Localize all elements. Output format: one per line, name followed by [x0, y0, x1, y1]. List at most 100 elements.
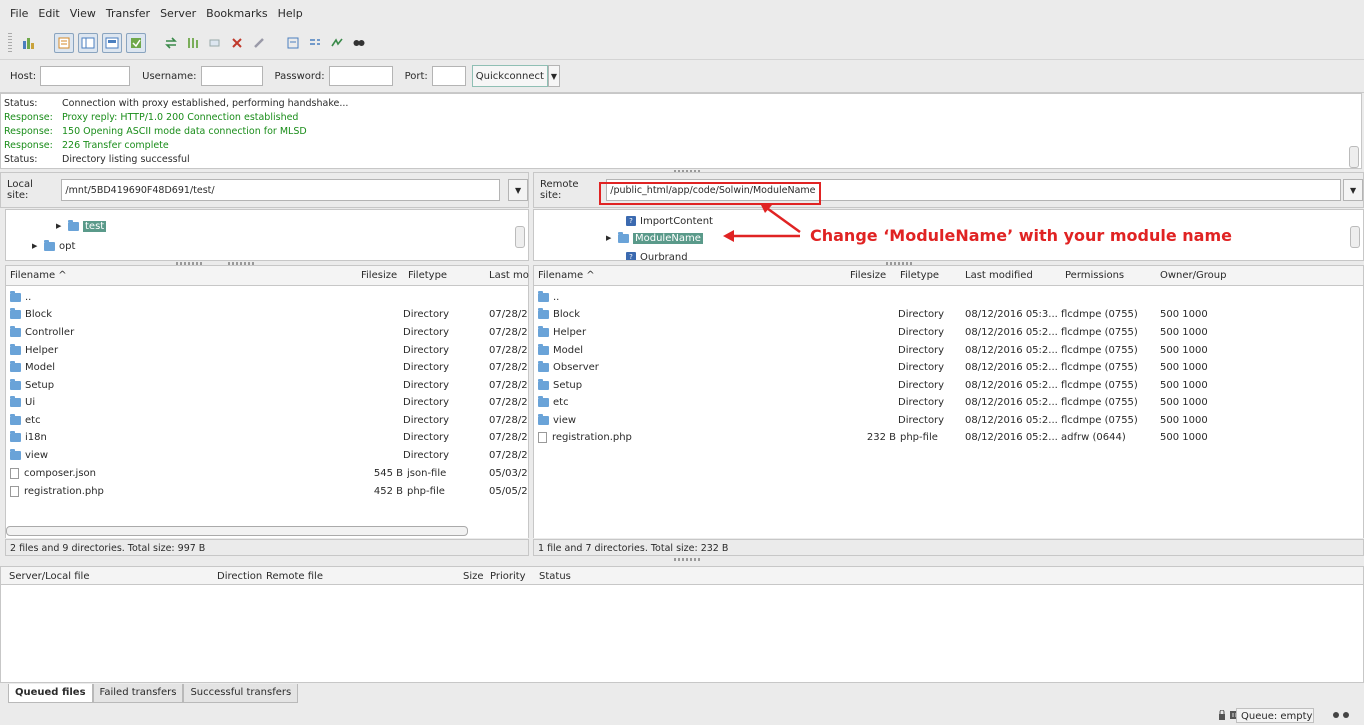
tree-item[interactable]: ? ImportContent — [626, 213, 713, 229]
file-row[interactable]: Model Directory 08/12/2016 05:2... flcdmpe … — [534, 342, 1363, 360]
column-size[interactable]: Size — [463, 567, 487, 586]
column-owner-group[interactable]: Owner/Group — [1160, 266, 1240, 285]
file-modified: 08/12/2016 05:2... — [965, 327, 1058, 338]
tree-scrollbar[interactable] — [515, 226, 525, 248]
tab-failed-transfers[interactable]: Failed transfers — [92, 684, 184, 703]
tree-scrollbar[interactable] — [1350, 226, 1360, 248]
menu-view[interactable]: View — [65, 7, 101, 20]
menu-transfer[interactable]: Transfer — [101, 7, 155, 20]
username-input[interactable] — [200, 66, 263, 86]
expand-arrow-icon[interactable]: ▶ — [606, 234, 618, 242]
file-row[interactable]: Helper Directory 07/28/2 — [6, 342, 528, 360]
quickconnect-button[interactable]: Quickconnect — [471, 65, 548, 87]
column-filetype[interactable]: Filetype — [408, 266, 468, 285]
local-horizontal-scrollbar[interactable] — [6, 526, 468, 536]
file-row[interactable]: Setup Directory 07/28/2 — [6, 377, 528, 395]
cancel-icon[interactable] — [206, 34, 224, 52]
file-name: Block — [553, 309, 581, 320]
filter-icon[interactable] — [284, 34, 302, 52]
menu-edit[interactable]: Edit — [33, 7, 64, 20]
menu-server[interactable]: Server — [155, 7, 201, 20]
log-line: Status: Connection with proxy established… — [1, 97, 1361, 111]
file-row[interactable]: Block Directory 07/28/2 — [6, 306, 528, 324]
tree-item[interactable]: ? Ourbrand — [626, 249, 688, 260]
column-permissions[interactable]: Permissions — [1065, 266, 1135, 285]
toggle-remote-tree-icon[interactable] — [102, 33, 122, 53]
file-row[interactable]: Helper Directory 08/12/2016 05:2... flcdmpe… — [534, 324, 1363, 342]
file-row[interactable]: i18n Directory 07/28/2 — [6, 429, 528, 447]
column-last-modified[interactable]: Last mo — [489, 266, 529, 285]
column-server-local-file[interactable]: Server/Local file — [9, 567, 159, 586]
file-row[interactable]: .. — [534, 289, 1363, 307]
file-row[interactable]: .. — [6, 289, 528, 307]
local-path-dropdown[interactable]: ▼ — [508, 179, 528, 201]
toggle-log-icon[interactable] — [54, 33, 74, 53]
file-row[interactable]: registration.php 452 B php-file 05/05/2 — [6, 483, 528, 501]
column-filetype[interactable]: Filetype — [900, 266, 960, 285]
file-row[interactable]: Observer Directory 08/12/2016 05:2... flcdm… — [534, 359, 1363, 377]
reconnect-icon[interactable] — [250, 34, 268, 52]
file-type: Directory — [403, 432, 450, 443]
file-modified: 08/12/2016 05:2... — [965, 432, 1058, 443]
column-direction[interactable]: Direction — [217, 567, 267, 586]
quickconnect-dropdown[interactable]: ▼ — [547, 65, 560, 87]
sync-browse-icon[interactable] — [328, 34, 346, 52]
file-type: Directory — [403, 415, 450, 426]
file-row[interactable]: Block Directory 08/12/2016 05:3... flcdmpe … — [534, 306, 1363, 324]
file-type: php-file — [407, 486, 445, 497]
splitter-handle[interactable] — [674, 558, 702, 561]
tab-successful-transfers[interactable]: Successful transfers — [183, 684, 299, 703]
column-status[interactable]: Status — [539, 567, 599, 586]
file-row[interactable]: Setup Directory 08/12/2016 05:2... flcdmpe … — [534, 377, 1363, 395]
file-size: 452 B — [373, 486, 403, 497]
tree-item[interactable]: ▶ test — [56, 218, 107, 234]
compare-icon[interactable] — [306, 34, 324, 52]
expand-arrow-icon[interactable]: ▶ — [56, 222, 68, 230]
log-scrollbar[interactable] — [1349, 146, 1359, 168]
site-manager-icon[interactable] — [20, 34, 38, 52]
toggle-local-tree-icon[interactable] — [78, 33, 98, 53]
file-type: Directory — [403, 362, 450, 373]
password-input[interactable] — [328, 66, 393, 86]
expand-arrow-icon[interactable]: ▶ — [32, 242, 44, 250]
tree-item[interactable]: ▶ opt — [32, 238, 75, 254]
file-modified: 07/28/2 — [489, 309, 528, 320]
disconnect-icon[interactable] — [228, 34, 246, 52]
menu-bookmarks[interactable]: Bookmarks — [201, 7, 272, 20]
remote-path-dropdown[interactable]: ▼ — [1343, 179, 1363, 201]
toggle-queue-icon[interactable] — [126, 33, 146, 53]
file-owner: 500 1000 — [1160, 415, 1208, 426]
tab-queued-files[interactable]: Queued files — [8, 684, 93, 703]
local-path-input[interactable]: /mnt/5BD419690F48D691/test/ — [61, 179, 501, 201]
file-row[interactable]: view Directory 08/12/2016 05:2... flcdmpe (… — [534, 412, 1363, 430]
refresh-icon[interactable] — [162, 34, 180, 52]
port-input[interactable] — [431, 66, 466, 86]
local-file-list: .. Block Directory 07/28/2 Controller Direc… — [5, 286, 529, 538]
toolbar-grip — [8, 33, 12, 53]
file-name: etc — [25, 415, 41, 426]
host-input[interactable] — [40, 66, 131, 86]
process-queue-icon[interactable] — [184, 34, 202, 52]
file-row[interactable]: registration.php 232 B php-file 08/12/2016 … — [534, 429, 1363, 447]
file-row[interactable]: etc Directory 08/12/2016 05:2... flcdmpe (0… — [534, 394, 1363, 412]
lock-icon — [1218, 709, 1226, 720]
file-row[interactable]: view Directory 07/28/2 — [6, 447, 528, 465]
file-row[interactable]: Model Directory 07/28/2 — [6, 359, 528, 377]
menu-file[interactable]: File — [5, 7, 33, 20]
column-filesize[interactable]: Filesize — [361, 266, 406, 285]
column-priority[interactable]: Priority — [490, 567, 530, 586]
menu-help[interactable]: Help — [273, 7, 308, 20]
column-filesize[interactable]: Filesize — [850, 266, 898, 285]
column-remote-file[interactable]: Remote file — [266, 567, 346, 586]
log-label: Status: — [4, 154, 38, 165]
column-filename[interactable]: Filename ^ — [10, 266, 130, 285]
file-row[interactable]: composer.json 545 B json-file 05/03/2 — [6, 465, 528, 483]
column-filename[interactable]: Filename ^ — [538, 266, 658, 285]
search-icon[interactable] — [350, 34, 368, 52]
tree-item[interactable]: ▶ ModuleName — [606, 230, 703, 246]
column-last-modified[interactable]: Last modified — [965, 266, 1045, 285]
file-row[interactable]: etc Directory 07/28/2 — [6, 412, 528, 430]
file-row[interactable]: Controller Directory 07/28/2 — [6, 324, 528, 342]
file-row[interactable]: Ui Directory 07/28/2 — [6, 394, 528, 412]
tree-item-label: ImportContent — [640, 215, 713, 227]
